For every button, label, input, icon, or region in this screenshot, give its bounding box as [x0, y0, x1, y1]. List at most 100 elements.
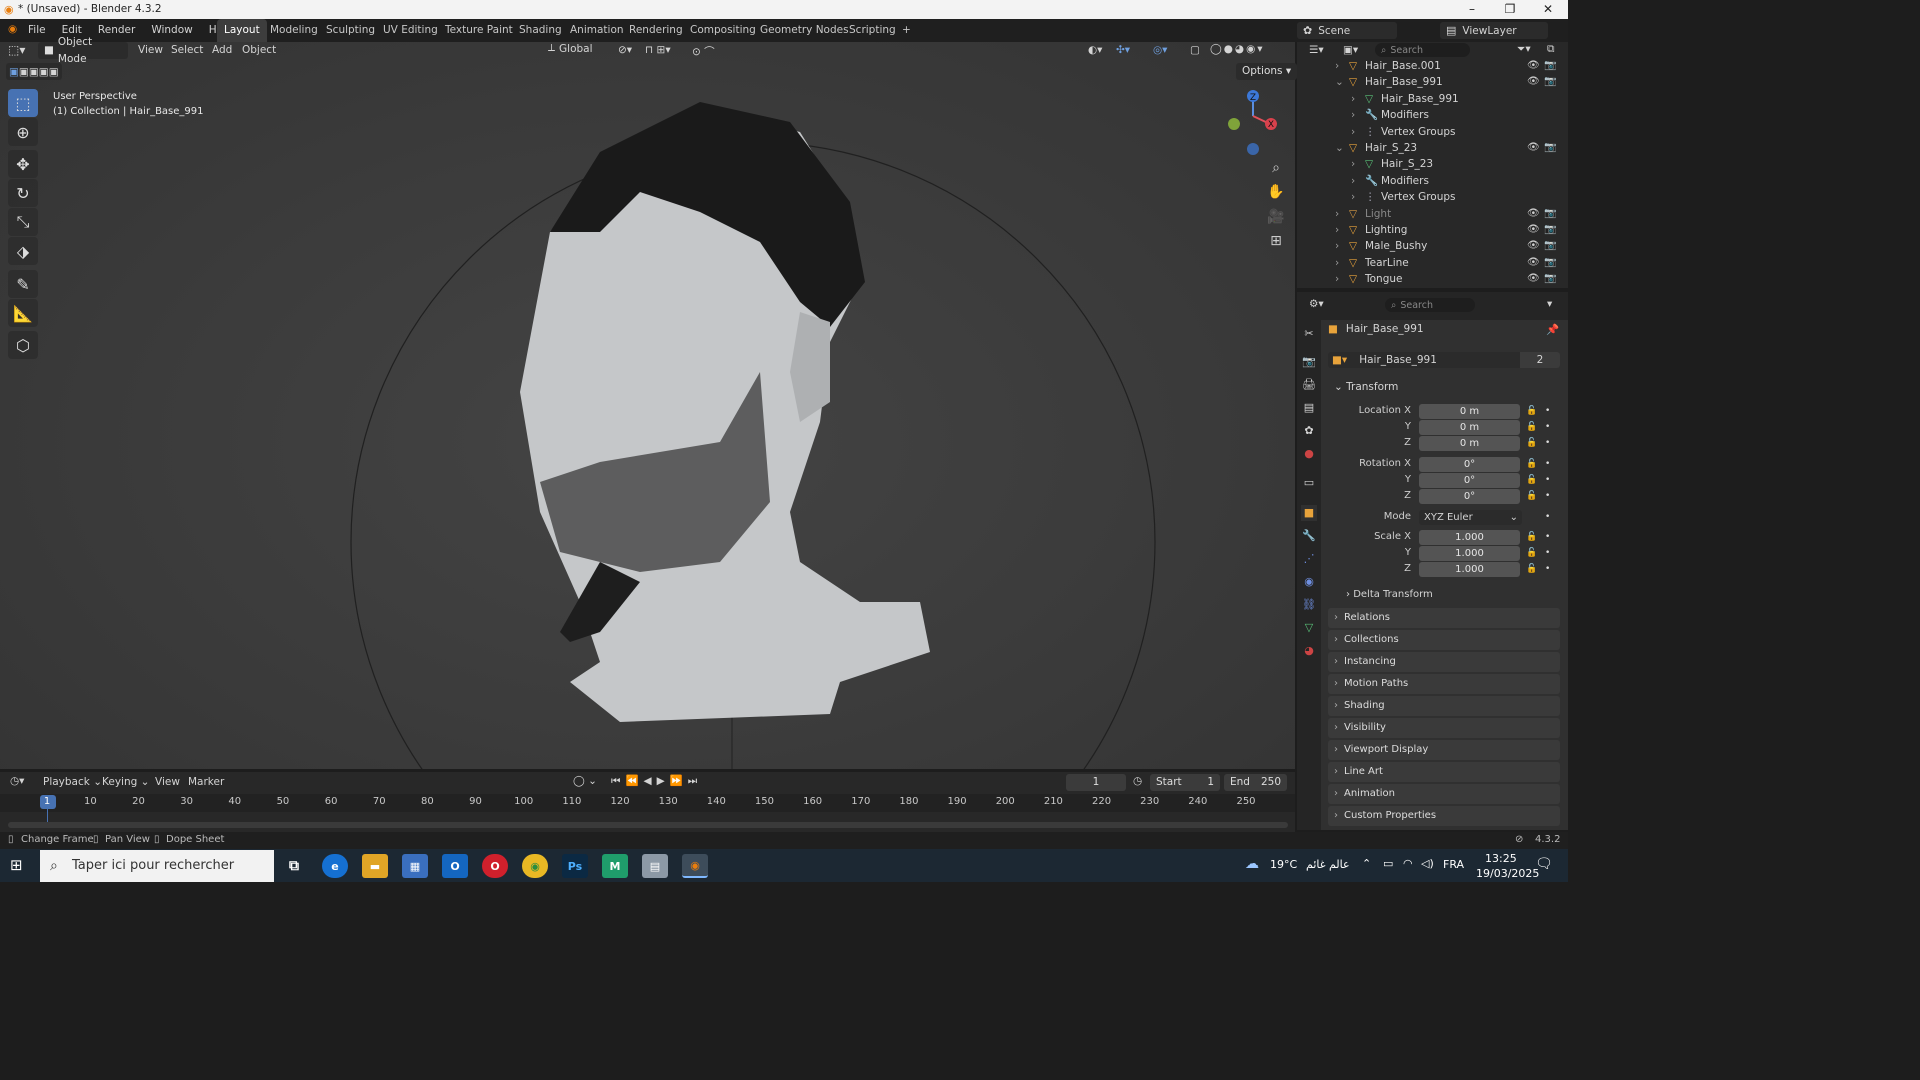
new-collection-icon[interactable]: ⧉	[1547, 43, 1555, 56]
navigation-gizmo[interactable]: Z X	[1220, 86, 1290, 158]
ortho-grid-icon[interactable]: ⊞	[1265, 230, 1287, 252]
viewlayer-selector[interactable]: ▤ ViewLayer	[1440, 22, 1548, 39]
keyframe-dot-icon[interactable]: •	[1545, 422, 1550, 432]
select-subtract-icon[interactable]: ▣	[29, 66, 39, 78]
visibility-eye-icon[interactable]: 👁	[1527, 255, 1540, 271]
object-mode-dropdown[interactable]: ■ Object Mode	[38, 36, 128, 65]
lock-icon[interactable]: 🔓	[1526, 459, 1537, 469]
end-frame-field[interactable]: End 250	[1224, 774, 1287, 791]
outliner-row[interactable]: › ▽ Male_Bushy 👁 📷	[1297, 238, 1568, 254]
display-mode-icon[interactable]: ▣▾	[1343, 44, 1358, 56]
visibility-eye-icon[interactable]: 👁	[1527, 140, 1540, 156]
outliner-row[interactable]: › ▽ Hair_Base.001 👁 📷	[1297, 58, 1568, 74]
outliner-row[interactable]: › ▽ Tongue 👁 📷	[1297, 271, 1568, 287]
physics-tab-icon[interactable]: ◉	[1301, 574, 1317, 590]
lock-icon[interactable]: 🔓	[1526, 406, 1537, 416]
particles-tab-icon[interactable]: ⋰	[1301, 551, 1317, 567]
render-camera-icon[interactable]: 📷	[1544, 58, 1556, 74]
viewport-menu-select[interactable]: Select	[171, 44, 203, 56]
clock-time[interactable]: 13:25	[1485, 852, 1517, 865]
scale-x-field[interactable]: 1.000	[1419, 530, 1520, 545]
data-tab-icon[interactable]: ▽	[1301, 620, 1317, 636]
editor-type-icon[interactable]: ⬚▾	[8, 43, 25, 57]
keyframe-dot-icon[interactable]: •	[1545, 491, 1550, 501]
menu-window[interactable]: Window	[143, 19, 200, 42]
tray-chevron-icon[interactable]: ⌃	[1362, 857, 1371, 870]
keyframe-dot-icon[interactable]: •	[1545, 475, 1550, 485]
task-view-icon[interactable]: ⧉	[281, 854, 307, 878]
panel-animation[interactable]: Animation	[1328, 784, 1560, 804]
windows-start-icon[interactable]: ⊞	[10, 856, 23, 874]
panel-viewport-display[interactable]: Viewport Display	[1328, 740, 1560, 760]
expand-icon[interactable]: ›	[1335, 58, 1339, 74]
chrome-icon[interactable]: ◉	[522, 854, 548, 878]
proportional-edit-icon[interactable]: ⊙ ⌒	[692, 44, 715, 59]
expand-icon[interactable]: ›	[1351, 173, 1355, 189]
render-camera-icon[interactable]: 📷	[1544, 271, 1556, 287]
tab-geometry-nodes[interactable]: Geometry Nodes	[753, 19, 856, 42]
scale-y-field[interactable]: 1.000	[1419, 546, 1520, 561]
visibility-eye-icon[interactable]: 👁	[1527, 206, 1540, 222]
app-icon[interactable]: ▤	[642, 854, 668, 878]
store-icon[interactable]: ▦	[402, 854, 428, 878]
photoshop-icon[interactable]: Ps	[562, 854, 588, 878]
options-button[interactable]: Options ▾	[1236, 63, 1298, 80]
xray-icon[interactable]: ▢	[1190, 44, 1200, 56]
expand-icon[interactable]: ›	[1351, 91, 1355, 107]
location-x-field[interactable]: 0 m	[1419, 404, 1520, 419]
lock-icon[interactable]: 🔓	[1526, 491, 1537, 501]
outliner-editor-icon[interactable]: ☰▾	[1309, 44, 1324, 56]
weather-temp[interactable]: 19°C	[1270, 858, 1297, 871]
scale-tool[interactable]: ⤡	[8, 208, 38, 236]
blender-taskbar-icon[interactable]: ◉	[682, 854, 708, 878]
snap-icon[interactable]: ⊓ ⊞▾	[645, 44, 671, 56]
menu-file[interactable]: File	[20, 19, 54, 42]
timeline-editor-icon[interactable]: ◷▾	[10, 775, 24, 787]
panel-collections[interactable]: Collections	[1328, 630, 1560, 650]
panel-motion-paths[interactable]: Motion Paths	[1328, 674, 1560, 694]
timeline-menu-keying[interactable]: Keying ⌄	[102, 776, 149, 788]
timeline-scrollbar[interactable]	[8, 822, 1288, 828]
properties-options-icon[interactable]: ▾	[1547, 298, 1552, 310]
select-extend-icon[interactable]: ▣	[19, 66, 29, 78]
cursor-tool[interactable]: ⊕	[8, 118, 38, 146]
expand-icon[interactable]: ›	[1335, 255, 1339, 271]
rotation-y-field[interactable]: 0°	[1419, 473, 1520, 488]
select-new-icon[interactable]: ▣	[9, 66, 19, 78]
outliner-search[interactable]: ⌕ Search	[1375, 43, 1470, 57]
add-cube-tool[interactable]: ⬡	[8, 331, 38, 359]
start-frame-field[interactable]: Start 1	[1150, 774, 1220, 791]
datablock-selector[interactable]: ■▾ Hair_Base_991 2	[1328, 352, 1560, 368]
world-tab-icon[interactable]: ●	[1301, 446, 1317, 462]
file-explorer-icon[interactable]: ▬	[362, 854, 388, 878]
tab-layout[interactable]: Layout	[217, 19, 267, 42]
3d-viewport[interactable]	[0, 42, 1295, 769]
minimize-button[interactable]: –	[1453, 0, 1491, 19]
keyframe-dot-icon[interactable]: •	[1545, 564, 1550, 574]
expand-icon[interactable]: ›	[1351, 124, 1355, 140]
tab-rendering[interactable]: Rendering	[622, 19, 690, 42]
visibility-icon[interactable]: ◐▾	[1088, 44, 1102, 56]
tab-animation[interactable]: Animation	[563, 19, 631, 42]
tab-sculpting[interactable]: Sculpting	[319, 19, 382, 42]
select-box-tool[interactable]: ⬚	[8, 89, 38, 117]
viewport-menu-object[interactable]: Object	[242, 44, 276, 56]
lock-icon[interactable]: 🔓	[1526, 532, 1537, 542]
visibility-eye-icon[interactable]: 👁	[1527, 74, 1540, 90]
gizmo-toggle-icon[interactable]: ✣▾	[1116, 44, 1130, 56]
location-z-field[interactable]: 0 m	[1419, 436, 1520, 451]
render-tab-icon[interactable]: 📷	[1301, 354, 1317, 370]
move-tool[interactable]: ✥	[8, 150, 38, 178]
pin-icon[interactable]: 📌	[1546, 323, 1559, 336]
location-y-field[interactable]: 0 m	[1419, 420, 1520, 435]
expand-icon[interactable]: ›	[1335, 238, 1339, 254]
playback-controls[interactable]: ⏮⏪◀▶⏩⏭	[611, 774, 702, 788]
keyframe-dot-icon[interactable]: •	[1545, 532, 1550, 542]
notifications-icon[interactable]: 🗨	[1535, 856, 1553, 872]
collection-tab-icon[interactable]: ▭	[1301, 475, 1317, 491]
close-button[interactable]: ✕	[1529, 0, 1567, 19]
expand-icon[interactable]: ›	[1351, 107, 1355, 123]
user-count[interactable]: 2	[1520, 352, 1560, 368]
keyframe-dot-icon[interactable]: •	[1545, 406, 1550, 416]
render-camera-icon[interactable]: 📷	[1544, 222, 1556, 238]
